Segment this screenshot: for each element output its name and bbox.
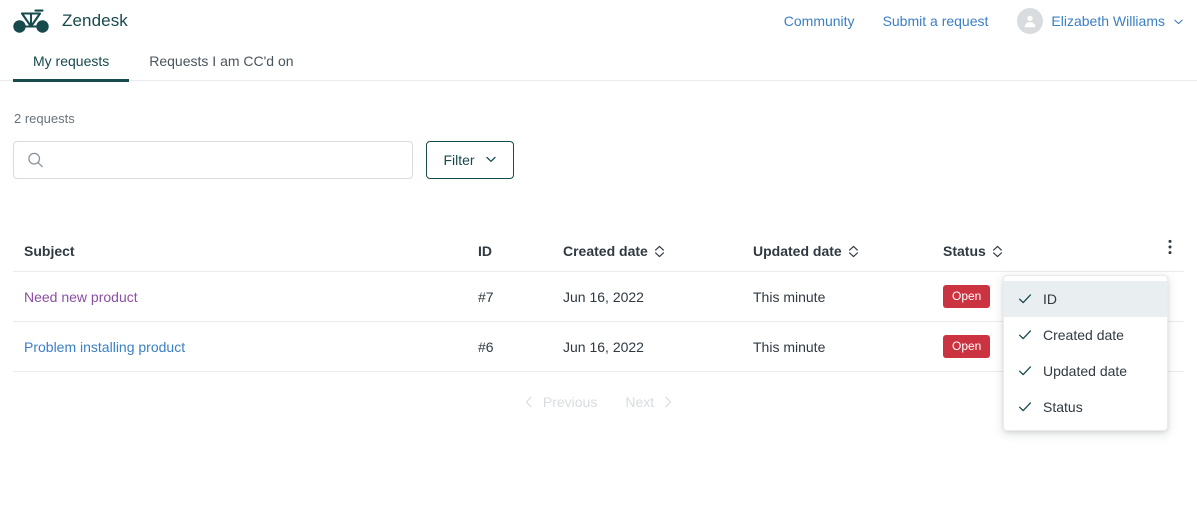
menu-item-updated-date-label: Updated date	[1043, 363, 1127, 379]
menu-item-updated-date[interactable]: Updated date	[1004, 353, 1167, 389]
sort-updown-icon[interactable]	[654, 245, 665, 258]
cell-created-date: Jun 16, 2022	[563, 272, 753, 322]
cell-subject: Problem installing product	[13, 322, 478, 372]
column-visibility-menu: ID Created date Updated date	[1003, 275, 1168, 431]
pagination-next-label: Next	[625, 394, 654, 410]
column-header-subject-label: Subject	[24, 243, 75, 259]
pagination-previous-label: Previous	[543, 394, 597, 410]
menu-item-id-label: ID	[1043, 291, 1057, 307]
column-header-subject: Subject	[13, 239, 478, 272]
chevron-right-icon	[663, 396, 673, 408]
kebab-menu-icon[interactable]	[1164, 239, 1176, 259]
search-box[interactable]	[13, 141, 413, 179]
column-header-id: ID	[478, 239, 563, 272]
column-header-updated-date-label: Updated date	[753, 243, 842, 259]
requests-main: 2 requests Filter	[0, 111, 1197, 414]
user-name: Elizabeth Williams	[1051, 13, 1165, 29]
request-subject-link[interactable]: Problem installing product	[24, 339, 185, 355]
cell-updated-date: This minute	[753, 322, 943, 372]
search-input[interactable]	[52, 142, 412, 178]
column-header-id-label: ID	[478, 243, 492, 259]
tab-my-requests[interactable]: My requests	[13, 42, 129, 81]
requests-toolbar: Filter	[13, 141, 1184, 179]
brand-name: Zendesk	[62, 11, 128, 31]
user-avatar-icon	[1017, 8, 1043, 34]
tab-requests-ccd-on-label: Requests I am CC'd on	[149, 53, 293, 69]
chevron-down-icon	[485, 152, 497, 168]
zendesk-bicycle-logo-icon	[13, 8, 49, 34]
menu-item-id[interactable]: ID	[1004, 281, 1167, 317]
cell-created-date: Jun 16, 2022	[563, 322, 753, 372]
cell-subject: Need new product	[13, 272, 478, 322]
brand-home-link[interactable]: Zendesk	[13, 8, 128, 34]
cell-id: #7	[478, 272, 563, 322]
sort-updown-icon[interactable]	[992, 245, 1003, 258]
column-header-status[interactable]: Status	[943, 239, 1128, 272]
chevron-left-icon	[524, 396, 534, 408]
nav-link-community[interactable]: Community	[784, 13, 855, 29]
cell-updated-date: This minute	[753, 272, 943, 322]
tab-my-requests-label: My requests	[33, 53, 109, 69]
column-header-created-date-label: Created date	[563, 243, 648, 259]
menu-item-created-date-label: Created date	[1043, 327, 1124, 343]
menu-item-status-label: Status	[1043, 399, 1083, 415]
check-icon	[1018, 292, 1032, 306]
tab-requests-ccd-on[interactable]: Requests I am CC'd on	[129, 42, 313, 81]
sort-updown-icon[interactable]	[848, 245, 859, 258]
request-subject-link[interactable]: Need new product	[24, 289, 138, 305]
chevron-down-icon	[1173, 16, 1184, 27]
pagination-previous-button[interactable]: Previous	[522, 390, 599, 414]
menu-item-status[interactable]: Status	[1004, 389, 1167, 425]
check-icon	[1018, 364, 1032, 378]
cell-id: #6	[478, 322, 563, 372]
filter-button[interactable]: Filter	[426, 141, 514, 179]
column-header-updated-date[interactable]: Updated date	[753, 239, 943, 272]
requests-table-wrapper: Subject ID Created date	[13, 239, 1184, 372]
status-badge: Open	[943, 335, 990, 358]
table-header-row: Subject ID Created date	[13, 239, 1184, 272]
column-header-created-date[interactable]: Created date	[563, 239, 753, 272]
pagination-next-button[interactable]: Next	[623, 390, 675, 414]
user-menu[interactable]: Elizabeth Williams	[1017, 8, 1184, 34]
requests-table-head: Subject ID Created date	[13, 239, 1184, 272]
header-nav: Community Submit a request Elizabeth Wil…	[756, 8, 1184, 34]
search-icon	[27, 152, 44, 169]
menu-item-created-date[interactable]: Created date	[1004, 317, 1167, 353]
site-header: Zendesk Community Submit a request Eliza…	[0, 0, 1197, 42]
status-badge: Open	[943, 285, 990, 308]
check-icon	[1018, 328, 1032, 342]
filter-button-label: Filter	[443, 152, 474, 168]
column-header-status-label: Status	[943, 243, 986, 259]
requests-tabs: My requests Requests I am CC'd on	[0, 42, 1197, 81]
column-header-menu	[1128, 239, 1184, 272]
check-icon	[1018, 400, 1032, 414]
nav-link-submit-request[interactable]: Submit a request	[883, 13, 989, 29]
request-count: 2 requests	[13, 111, 1184, 126]
